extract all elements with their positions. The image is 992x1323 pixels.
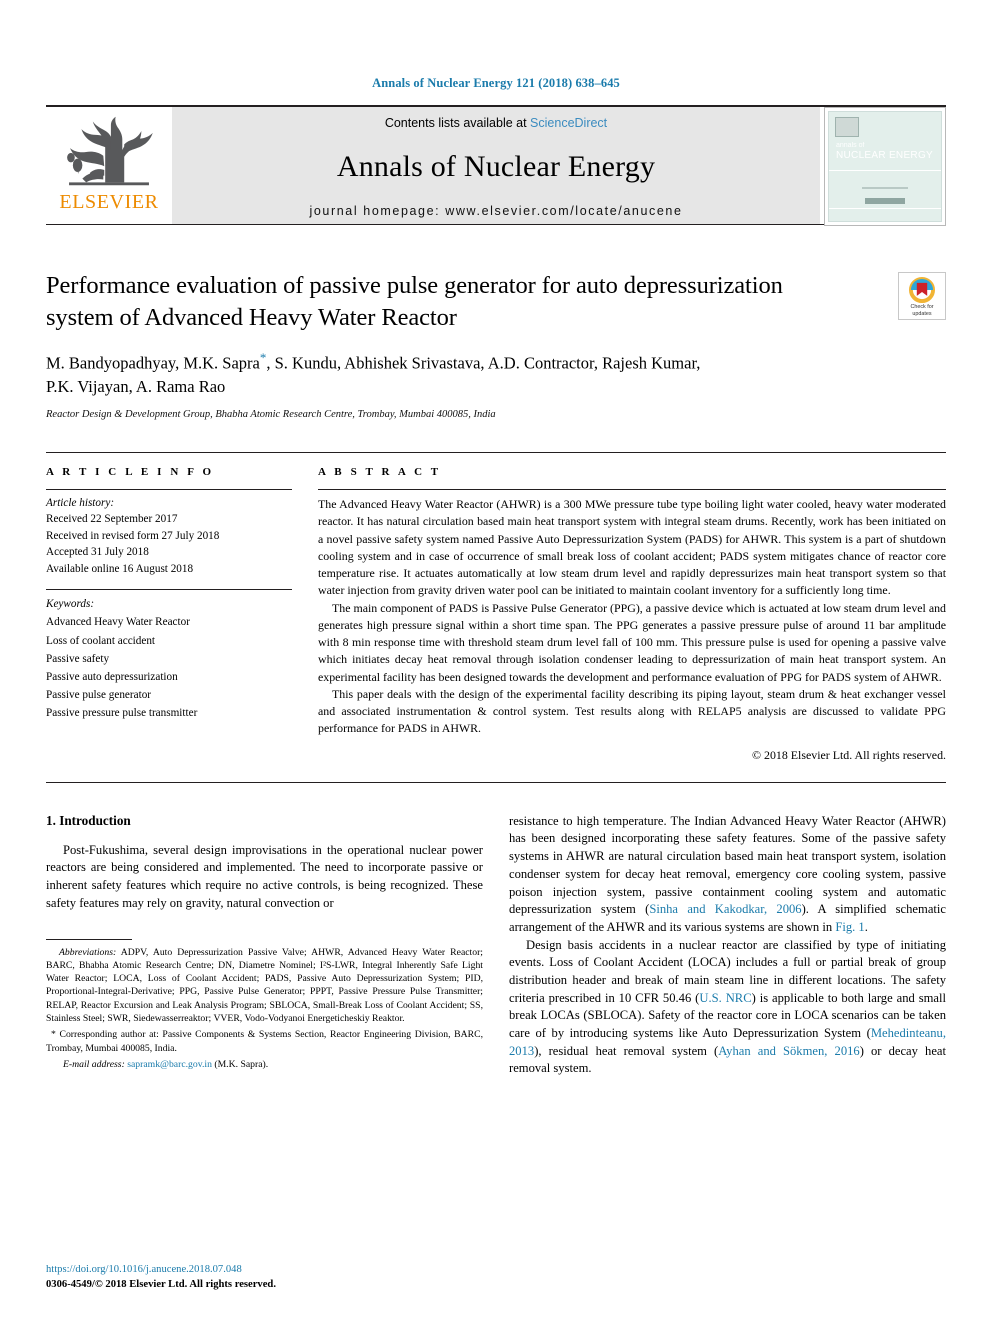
abbreviations-label: Abbreviations: xyxy=(59,946,117,958)
article-history-label: Article history: xyxy=(46,497,115,510)
abstract-column: A B S T R A C T The Advanced Heavy Water… xyxy=(318,453,946,764)
journal-cover-image: annals of NUCLEAR ENERGY xyxy=(828,111,942,222)
abstract-copyright: © 2018 Elsevier Ltd. All rights reserved… xyxy=(752,747,946,762)
authors-line1-part2: , S. Kundu, Abhishek Srivastava, A.D. Co… xyxy=(266,353,701,373)
author-list: M. Bandyopadhyay, M.K. Sapra*, S. Kundu,… xyxy=(46,349,836,398)
masthead-center: Contents lists available at ScienceDirec… xyxy=(172,107,820,224)
doi-link[interactable]: https://doi.org/10.1016/j.anucene.2018.0… xyxy=(46,1263,276,1278)
contents-available-line: Contents lists available at ScienceDirec… xyxy=(385,116,607,130)
intro-r1-text-c: . xyxy=(864,919,868,934)
intro-paragraph-left: Post-Fukushima, several design improvisa… xyxy=(46,842,483,910)
abstract-paragraph: The Advanced Heavy Water Reactor (AHWR) … xyxy=(318,497,946,598)
history-item: Received in revised form 27 July 2018 xyxy=(46,529,220,542)
history-item: Available online 16 August 2018 xyxy=(46,562,194,575)
footnote-block: Abbreviations: ADPV, Auto Depressurizati… xyxy=(46,938,483,1072)
affiliation: Reactor Design & Development Group, Bhab… xyxy=(46,409,496,421)
info-abstract-section: A R T I C L E I N F O Article history: R… xyxy=(46,452,946,764)
abstract-paragraph: The main component of PADS is Passive Pu… xyxy=(318,600,946,684)
abstract-paragraph: This paper deals with the design of the … xyxy=(318,686,946,736)
sciencedirect-link[interactable]: ScienceDirect xyxy=(530,116,607,130)
body-column-right: resistance to high temperature. The Indi… xyxy=(509,813,946,1078)
crossmark-icon xyxy=(909,276,935,303)
authors-line1-part1: M. Bandyopadhyay, M.K. Sapra xyxy=(46,353,260,373)
corresponding-author-footnote: * Corresponding author at: Passive Compo… xyxy=(46,1029,483,1054)
journal-masthead: ELSEVIER Contents lists available at Sci… xyxy=(46,105,946,226)
crossmark-label-line2: updates xyxy=(912,310,932,317)
citation-us-nrc[interactable]: U.S. NRC xyxy=(699,991,751,1005)
cover-footer-line xyxy=(862,187,908,189)
elsevier-wordmark: ELSEVIER xyxy=(59,191,159,213)
title-block: Performance evaluation of passive pulse … xyxy=(46,270,946,420)
crossmark-badge[interactable]: Check for updates xyxy=(898,272,946,320)
cover-divider-1 xyxy=(829,170,941,171)
keyword-item: Passive safety xyxy=(46,652,110,665)
intro-paragraph-right-2: Design basis accidents in a nuclear reac… xyxy=(509,937,946,1079)
abstract-heading: A B S T R A C T xyxy=(318,466,442,479)
cover-title-line2: NUCLEAR ENERGY xyxy=(836,150,933,162)
article-info-column: A R T I C L E I N F O Article history: R… xyxy=(46,453,292,764)
article-history-group: Article history: Received 22 September 2… xyxy=(46,490,292,577)
abstract-body: The Advanced Heavy Water Reactor (AHWR) … xyxy=(318,490,946,764)
cover-chip-icon xyxy=(835,117,859,137)
cover-title-line1: annals of xyxy=(836,142,865,149)
history-item: Accepted 31 July 2018 xyxy=(46,546,149,559)
body-columns: 1. Introduction Post-Fukushima, several … xyxy=(46,813,946,1078)
cover-footer xyxy=(829,185,941,209)
keywords-label: Keywords: xyxy=(46,598,95,611)
abbreviations-footnote: Abbreviations: ADPV, Auto Depressurizati… xyxy=(46,946,483,1026)
keyword-item: Passive auto depressurization xyxy=(46,670,178,683)
email-link[interactable]: sapramk@barc.gov.in xyxy=(127,1059,212,1070)
crossmark-label-line1: Check for xyxy=(910,303,934,310)
email-suffix: (M.K. Sapra). xyxy=(211,1058,269,1070)
article-info-heading: A R T I C L E I N F O xyxy=(46,466,215,479)
contents-prefix: Contents lists available at xyxy=(384,116,531,130)
cover-title-text: annals of NUCLEAR ENERGY xyxy=(836,142,933,162)
cover-footer-box xyxy=(865,198,905,204)
email-label: E-mail address: xyxy=(63,1058,125,1070)
page-title: Performance evaluation of passive pulse … xyxy=(46,272,783,331)
section-heading-introduction: 1. Introduction xyxy=(46,812,131,828)
figure-reference-fig1[interactable]: Fig. 1 xyxy=(835,920,864,934)
journal-homepage-link[interactable]: journal homepage: www.elsevier.com/locat… xyxy=(309,204,682,218)
citation-sinha-kakodkar[interactable]: Sinha and Kakodkar, 2006 xyxy=(649,902,801,916)
keyword-item: Advanced Heavy Water Reactor xyxy=(46,616,190,629)
abbreviations-text: ADPV, Auto Depressurization Passive Valv… xyxy=(46,946,483,1024)
history-item: Received 22 September 2017 xyxy=(46,513,178,526)
journal-cover-thumbnail: annals of NUCLEAR ENERGY xyxy=(824,107,946,226)
keyword-item: Passive pressure pulse transmitter xyxy=(46,707,198,720)
authors-line2: P.K. Vijayan, A. Rama Rao xyxy=(46,376,226,396)
intro-paragraph-right-1: resistance to high temperature. The Indi… xyxy=(509,813,946,937)
article-page: Annals of Nuclear Energy 121 (2018) 638–… xyxy=(0,0,992,1323)
journal-title: Annals of Nuclear Energy xyxy=(336,150,656,183)
section-divider xyxy=(46,781,946,783)
issn-copyright-line: 0306-4549/© 2018 Elsevier Ltd. All right… xyxy=(46,1279,276,1291)
keyword-item: Loss of coolant accident xyxy=(46,634,156,647)
email-footnote: E-mail address: sapramk@barc.gov.in (M.K… xyxy=(46,1058,483,1071)
elsevier-logo: ELSEVIER xyxy=(46,107,172,224)
crossmark-label: Check for updates xyxy=(910,304,933,318)
keywords-group: Keywords: Advanced Heavy Water Reactor L… xyxy=(46,590,292,722)
keyword-item: Passive pulse generator xyxy=(46,689,152,701)
running-head: Annals of Nuclear Energy 121 (2018) 638–… xyxy=(372,76,620,90)
intro-r2-text-c: ), residual heat removal system ( xyxy=(534,1043,719,1058)
citation-ayhan-sokmen[interactable]: Ayhan and Sökmen, 2016 xyxy=(718,1044,859,1058)
elsevier-tree-icon xyxy=(67,116,153,186)
body-column-left: 1. Introduction Post-Fukushima, several … xyxy=(46,813,483,1078)
page-footer: https://doi.org/10.1016/j.anucene.2018.0… xyxy=(46,1263,276,1293)
footnote-rule xyxy=(46,938,132,940)
intro-r1-text-a: resistance to high temperature. The Indi… xyxy=(509,813,946,917)
